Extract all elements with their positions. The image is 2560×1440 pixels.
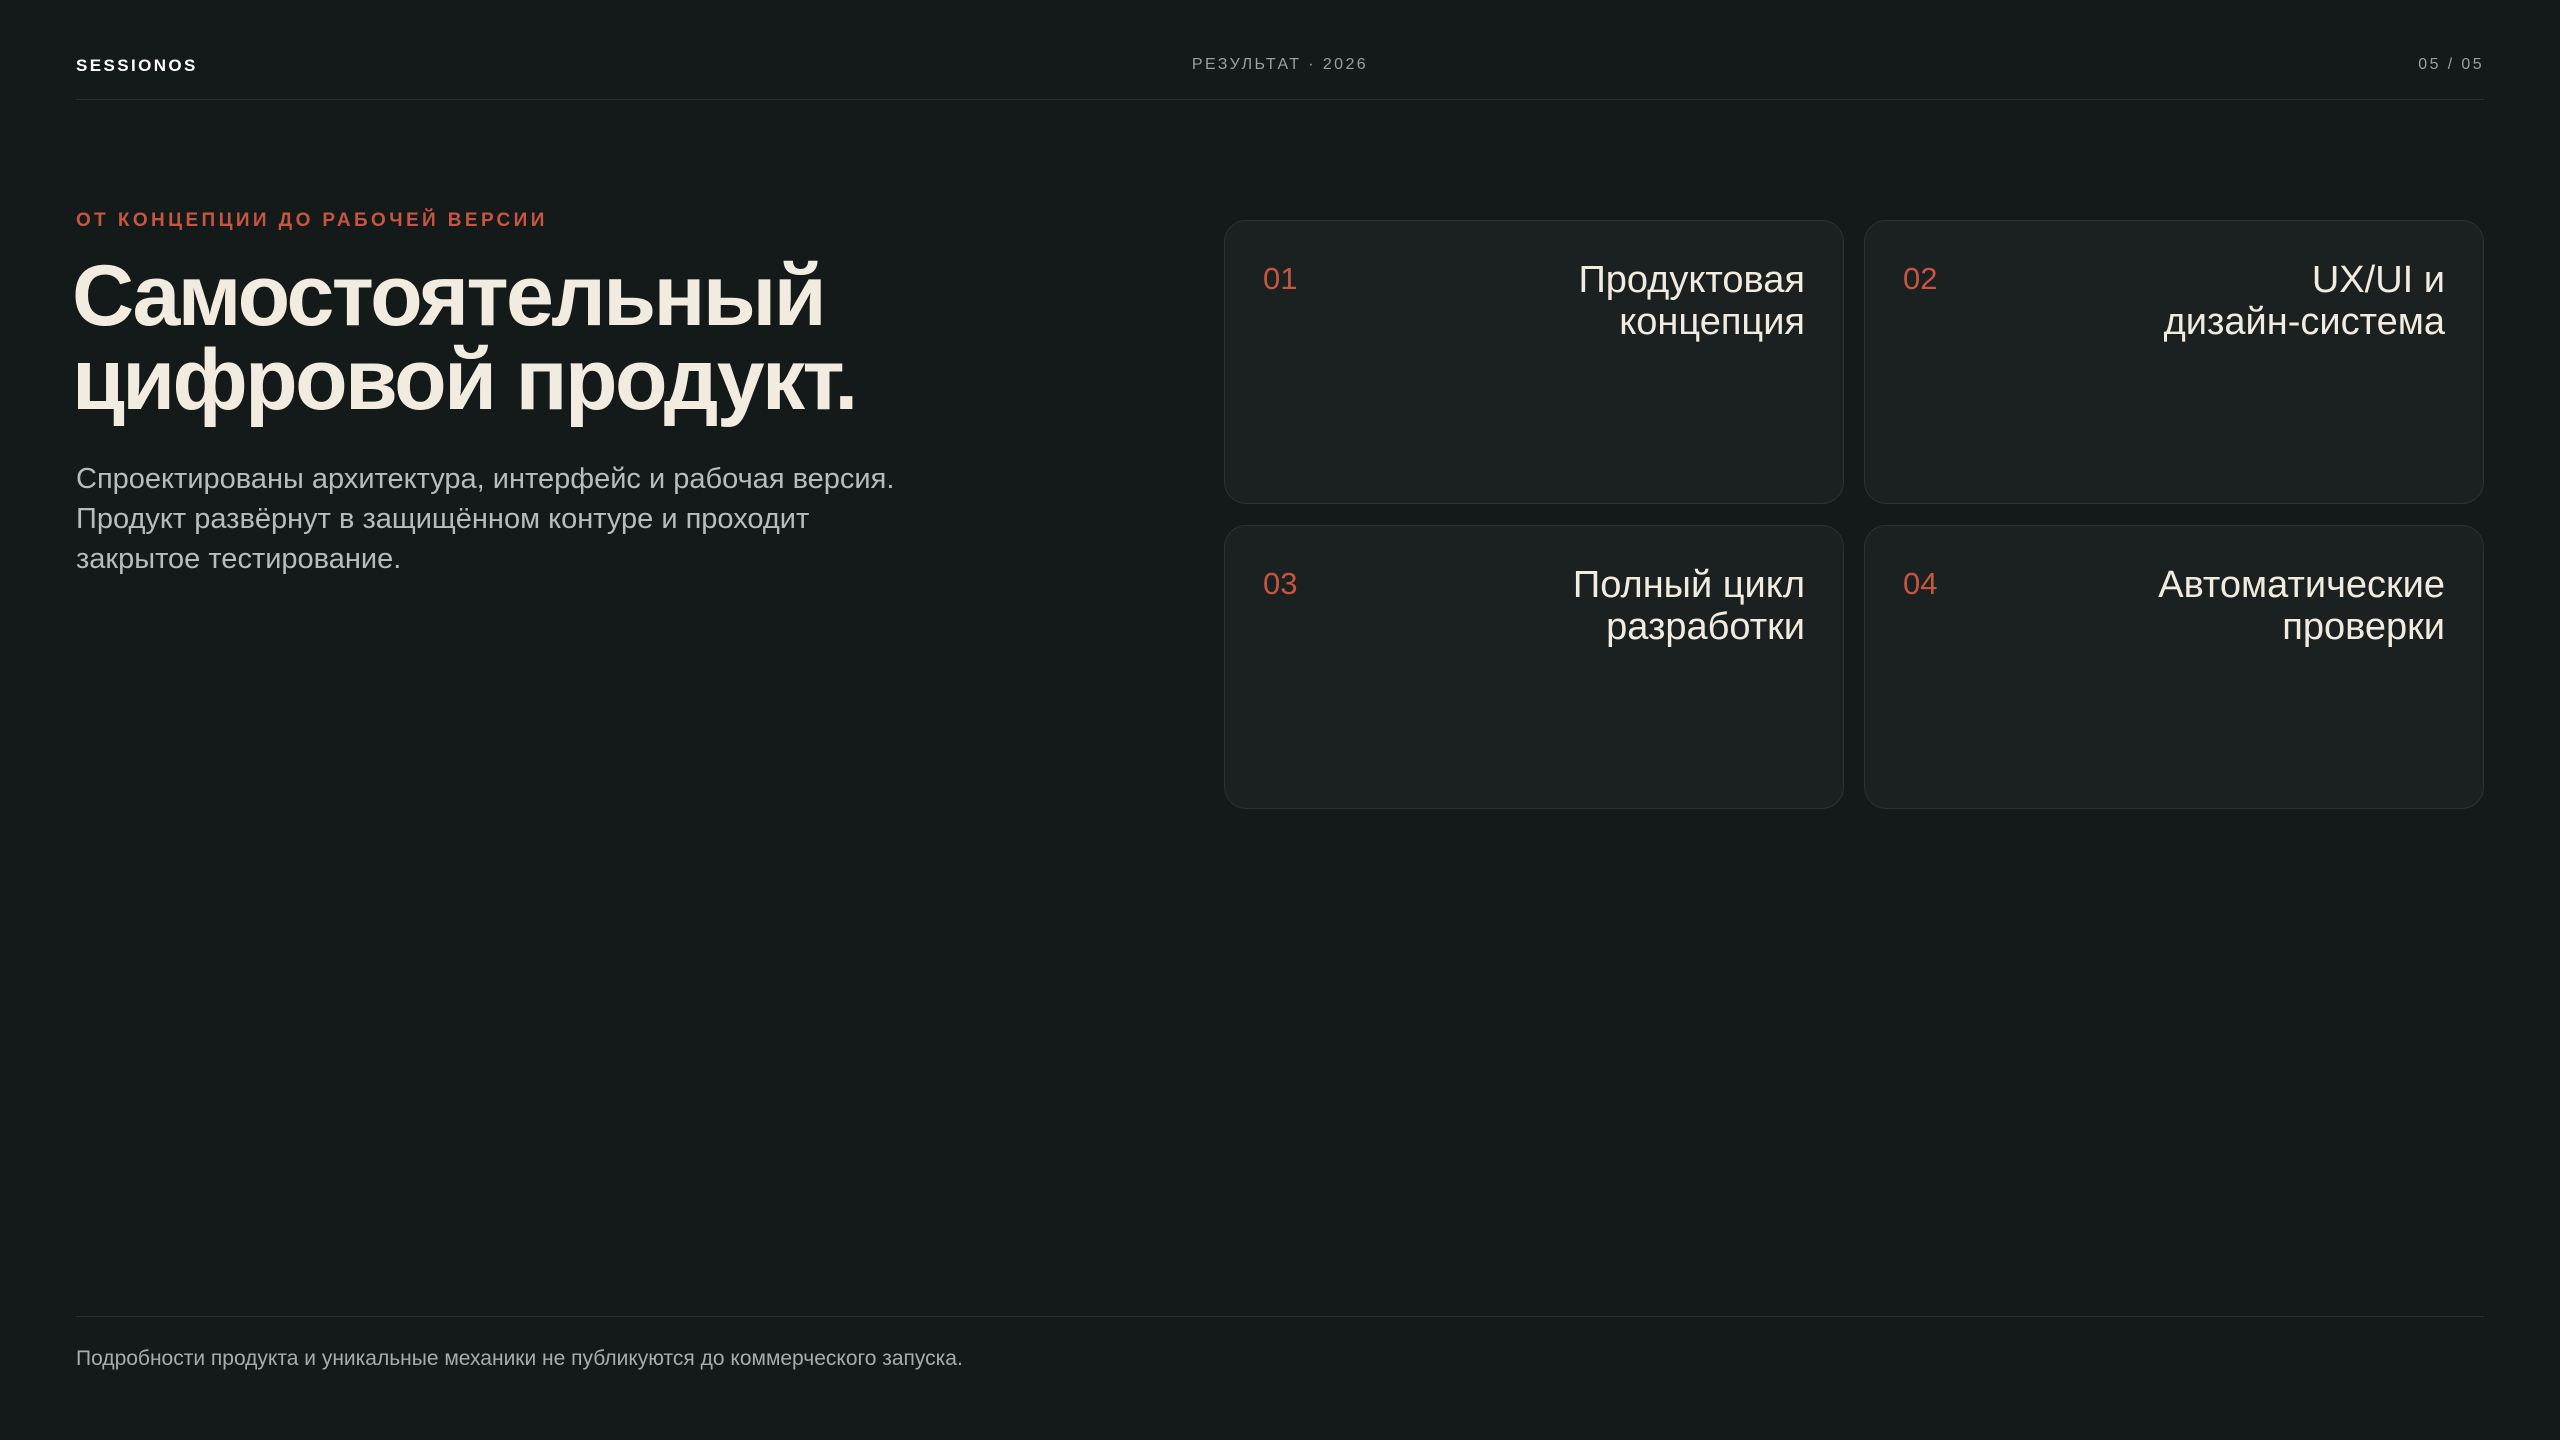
card-title-line: Полный цикл xyxy=(1572,564,1805,606)
description: Спроектированы архитектура, интерфейс и … xyxy=(76,459,996,579)
description-line-1: Спроектированы архитектура, интерфейс и … xyxy=(76,463,895,495)
top-bar: SESSIONOS РЕЗУЛЬТАТ · 2026 05 / 05 xyxy=(76,0,2484,100)
card-number: 02 xyxy=(1903,261,1938,296)
card-title: Продуктовая концепция xyxy=(1578,259,1805,343)
page-title-line-1: Самостоятельный xyxy=(72,248,827,344)
card-title-line: проверки xyxy=(2282,606,2445,648)
card-number: 01 xyxy=(1263,261,1298,296)
card-title-line: дизайн-система xyxy=(2163,301,2445,343)
eyebrow-label: ОТ КОНЦЕПЦИИ ДО РАБОЧЕЙ ВЕРСИИ xyxy=(76,210,548,231)
card-title: UX/UI и дизайн-система xyxy=(2164,259,2445,343)
page-counter: 05 / 05 xyxy=(2418,56,2484,73)
deliverable-card-03: 03 Полный цикл разработки xyxy=(1224,525,1844,809)
page-title-line-2: цифровой продукт. xyxy=(72,332,858,428)
deliverables-grid: 01 Продуктовая концепция 02 UX/UI и диза… xyxy=(1224,220,2484,809)
card-number: 03 xyxy=(1263,566,1298,601)
card-title-line: UX/UI и xyxy=(2311,259,2445,301)
deliverable-card-02: 02 UX/UI и дизайн-система xyxy=(1864,220,2484,504)
card-title: Полный цикл разработки xyxy=(1573,564,1805,648)
page-title: Самостоятельный цифровой продукт. xyxy=(72,248,858,428)
deliverable-card-01: 01 Продуктовая концепция xyxy=(1224,220,1844,504)
footer-note: Подробности продукта и уникальные механи… xyxy=(76,1347,963,1370)
description-line-2: Продукт развёрнут в защищённом контуре и… xyxy=(76,503,810,535)
card-number: 04 xyxy=(1903,566,1938,601)
section-label: РЕЗУЛЬТАТ · 2026 xyxy=(1191,56,1369,73)
description-line-3: закрытое тестирование. xyxy=(76,543,402,575)
card-title-line: Продуктовая xyxy=(1578,259,1805,301)
card-title-line: Автоматические xyxy=(2158,564,2445,606)
card-title-line: разработки xyxy=(1606,606,1805,648)
footer: Подробности продукта и уникальные механи… xyxy=(76,1316,2484,1370)
card-title-line: концепция xyxy=(1619,301,1805,343)
deliverable-card-04: 04 Автоматические проверки xyxy=(1864,525,2484,809)
card-title: Автоматические проверки xyxy=(2158,564,2445,648)
